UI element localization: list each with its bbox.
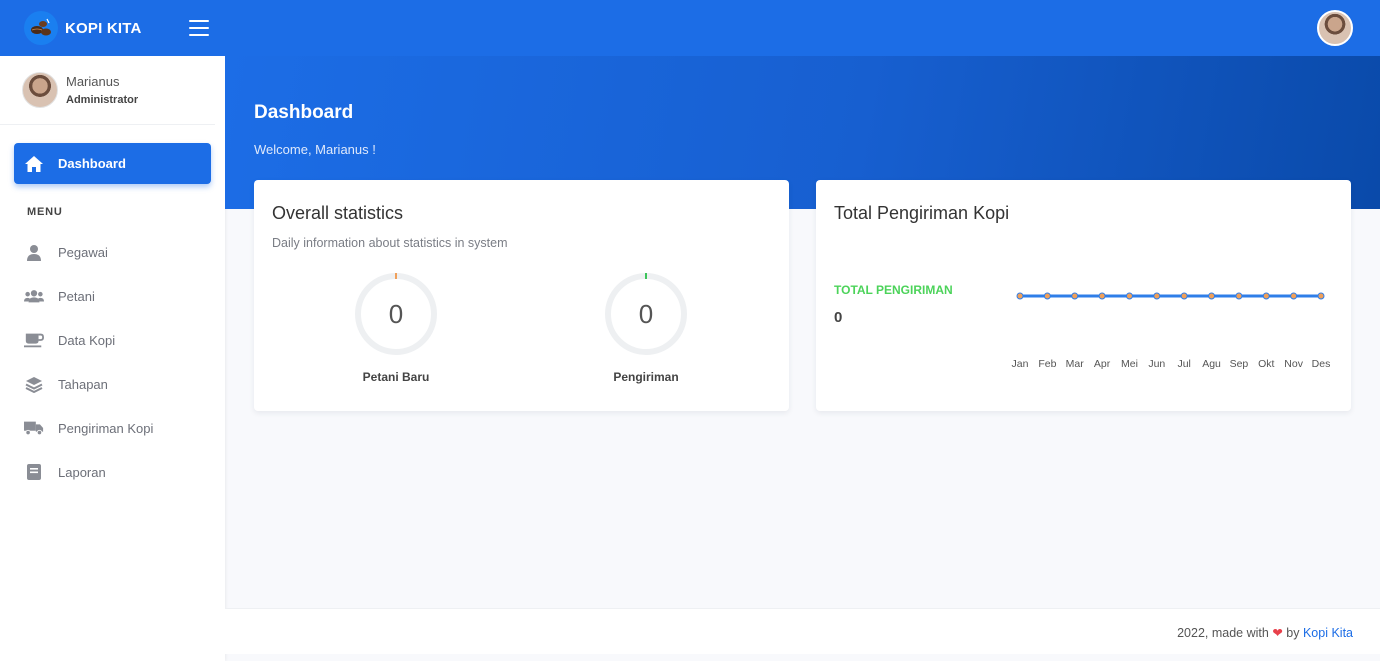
shipping-line-chart: Jan Feb Mar Apr Mei Jun Jul Agu Sep Okt Nov Des bbox=[1012, 292, 1331, 370]
sidebar-item-dashboard[interactable]: Dashboard bbox=[14, 143, 211, 184]
avatar[interactable] bbox=[1317, 10, 1353, 46]
footer-link[interactable]: Kopi Kita bbox=[1303, 626, 1353, 640]
footer-by: by bbox=[1286, 626, 1300, 640]
total-pengiriman-card: Total Pengiriman Kopi TOTAL PENGIRIMAN 0… bbox=[816, 180, 1351, 411]
sidebar-item-pengiriman-kopi[interactable]: Pengiriman Kopi bbox=[14, 410, 211, 446]
data-point[interactable] bbox=[1262, 292, 1270, 300]
x-tick-label: Nov bbox=[1284, 358, 1303, 370]
x-tick-label: Mar bbox=[1066, 358, 1085, 370]
coffee-cup-icon bbox=[24, 330, 44, 350]
data-point[interactable] bbox=[1317, 292, 1325, 300]
data-point[interactable] bbox=[1153, 292, 1161, 300]
sidebar-item-label: Data Kopi bbox=[58, 332, 116, 348]
x-tick-label: Jun bbox=[1148, 358, 1165, 370]
sidebar-item-label: Pegawai bbox=[58, 244, 108, 260]
sidebar-item-pegawai[interactable]: Pegawai bbox=[14, 234, 211, 270]
book-icon bbox=[24, 462, 44, 482]
users-icon bbox=[24, 286, 44, 306]
gauge-label: Petani Baru bbox=[362, 370, 430, 384]
gauge-label: Pengiriman bbox=[613, 370, 679, 384]
avatar bbox=[22, 72, 58, 108]
sidebar-item-label: Tahapan bbox=[58, 376, 108, 392]
sidebar-item-label: Dashboard bbox=[58, 156, 126, 171]
user-icon bbox=[24, 242, 44, 262]
sidebar: KOPI KITA Marianus Administrator Dashboa… bbox=[0, 0, 225, 661]
gauge-indicator bbox=[395, 273, 397, 279]
topbar bbox=[225, 0, 1380, 56]
truck-icon bbox=[24, 418, 44, 438]
layers-icon bbox=[24, 374, 44, 394]
page-title: Dashboard bbox=[254, 102, 354, 123]
sidebar-item-data-kopi[interactable]: Data Kopi bbox=[14, 322, 211, 358]
sidebar-item-label: Pengiriman Kopi bbox=[58, 420, 154, 436]
sidebar-item-laporan[interactable]: Laporan bbox=[14, 454, 211, 490]
sidebar-item-label: Laporan bbox=[58, 464, 106, 480]
card-title: Total Pengiriman Kopi bbox=[834, 203, 1010, 223]
data-point[interactable] bbox=[1180, 292, 1188, 300]
overall-statistics-card: Overall statistics Daily information abo… bbox=[254, 180, 789, 411]
gauge-value: 0 bbox=[388, 298, 404, 329]
user-role: Administrator bbox=[66, 94, 139, 106]
gauge-indicator bbox=[645, 273, 647, 279]
total-label: TOTAL PENGIRIMAN bbox=[834, 283, 953, 297]
footer-prefix: 2022, made with bbox=[1177, 626, 1269, 640]
data-point[interactable] bbox=[1208, 292, 1216, 300]
x-tick-label: Mei bbox=[1121, 358, 1138, 370]
x-tick-label: Okt bbox=[1258, 358, 1274, 370]
data-point[interactable] bbox=[1043, 292, 1051, 300]
data-point[interactable] bbox=[1235, 292, 1243, 300]
heart-icon: ❤ bbox=[1272, 626, 1283, 640]
home-icon bbox=[24, 154, 44, 174]
gauge-value: 0 bbox=[638, 298, 654, 329]
x-tick-label: Agu bbox=[1202, 358, 1221, 370]
x-tick-label: Jan bbox=[1012, 358, 1029, 370]
data-point[interactable] bbox=[1016, 292, 1024, 300]
sidebar-item-label: Petani bbox=[58, 288, 95, 304]
brand-bar: KOPI KITA bbox=[0, 0, 225, 56]
user-profile: Marianus Administrator bbox=[0, 56, 215, 125]
pengiriman-gauge: 0 bbox=[605, 273, 687, 355]
data-point[interactable] bbox=[1125, 292, 1133, 300]
data-point[interactable] bbox=[1290, 292, 1298, 300]
sidebar-item-tahapan[interactable]: Tahapan bbox=[14, 366, 211, 402]
welcome-text: Welcome, Marianus ! bbox=[254, 142, 376, 157]
x-tick-label: Apr bbox=[1094, 358, 1111, 370]
x-tick-label: Sep bbox=[1230, 358, 1249, 370]
brand-name: KOPI KITA bbox=[65, 19, 142, 37]
footer: 2022, made with ❤ by Kopi Kita bbox=[225, 608, 1380, 654]
x-tick-label: Feb bbox=[1038, 358, 1056, 370]
data-point[interactable] bbox=[1071, 292, 1079, 300]
data-point[interactable] bbox=[1098, 292, 1106, 300]
menu-heading: MENU bbox=[27, 206, 63, 218]
total-value: 0 bbox=[834, 309, 843, 326]
x-tick-label: Des bbox=[1312, 358, 1331, 370]
x-tick-label: Jul bbox=[1177, 358, 1190, 370]
card-title: Overall statistics bbox=[272, 203, 404, 223]
hamburger-menu-icon[interactable] bbox=[189, 20, 209, 36]
user-name: Marianus bbox=[66, 74, 120, 89]
petani-baru-gauge: 0 bbox=[355, 273, 437, 355]
footer-text: 2022, made with ❤ by Kopi Kita bbox=[1177, 625, 1353, 640]
sidebar-item-petani[interactable]: Petani bbox=[14, 278, 211, 314]
coffee-beans-logo-icon bbox=[24, 11, 58, 45]
card-subtitle: Daily information about statistics in sy… bbox=[272, 236, 508, 250]
